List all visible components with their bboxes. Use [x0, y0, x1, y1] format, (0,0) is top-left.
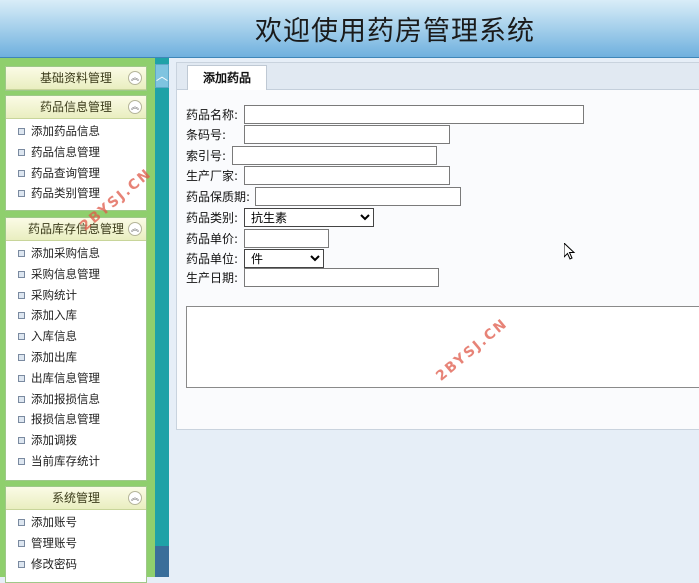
category-label: 药品类别: — [186, 211, 239, 225]
sidebar-item-add-purchase[interactable]: 添加采购信息 — [6, 243, 146, 264]
sidebar-item-add-inbound[interactable]: 添加入库 — [6, 305, 146, 326]
form-row-index: 索引号: — [186, 146, 437, 166]
sidebar-item-stock-stats[interactable]: 当前库存统计 — [6, 451, 146, 472]
maker-input[interactable] — [244, 166, 450, 185]
shelf-life-input[interactable] — [255, 187, 461, 206]
name-label: 药品名称: — [186, 108, 239, 122]
sidebar-group-header[interactable]: 基础资料管理 ︽ — [6, 67, 146, 90]
sidebar-group-title: 药品库存信息管理 — [27, 222, 124, 236]
square-bullet-icon — [18, 457, 25, 465]
shelf-life-label: 药品保质期: — [186, 190, 251, 204]
sidebar-group-header[interactable]: 药品信息管理 ︽ — [6, 96, 146, 119]
square-bullet-icon — [18, 291, 25, 299]
category-select[interactable]: 抗生素 — [244, 208, 374, 227]
form-row-price: 药品单价: — [186, 229, 329, 249]
barcode-label: 条码号: — [186, 128, 227, 142]
maker-label: 生产厂家: — [186, 169, 239, 183]
form-row-shelf-life: 药品保质期: — [186, 187, 461, 207]
sidebar-item-manage-account[interactable]: 管理账号 — [6, 533, 146, 554]
sidebar-item-add-drug[interactable]: 添加药品信息 — [6, 121, 146, 142]
sidebar-group-basic: 基础资料管理 ︽ — [5, 66, 147, 91]
form-row-category: 药品类别: 抗生素 — [186, 208, 374, 228]
sidebar-item-drug-query[interactable]: 药品查询管理 — [6, 163, 146, 184]
sidebar-item-purchase-stats[interactable]: 采购统计 — [6, 285, 146, 306]
sidebar-item-change-password[interactable]: 修改密码 — [6, 554, 146, 575]
square-bullet-icon — [18, 437, 25, 445]
drug-name-input[interactable] — [244, 105, 584, 124]
sidebar-item-add-loss[interactable]: 添加报损信息 — [6, 389, 146, 410]
sidebar-group-title: 系统管理 — [51, 491, 100, 505]
unit-select[interactable]: 件 — [244, 249, 324, 268]
form-row-barcode: 条码号: — [186, 125, 450, 145]
square-bullet-icon — [18, 190, 25, 198]
scroll-up-arrow-icon[interactable]: ︿ — [155, 64, 169, 88]
square-bullet-icon — [18, 560, 25, 568]
collapse-up-icon[interactable]: ︽ — [128, 222, 142, 236]
square-bullet-icon — [18, 374, 25, 382]
sidebar-item-outbound-manage[interactable]: 出库信息管理 — [6, 368, 146, 389]
sidebar-item-loss-manage[interactable]: 报损信息管理 — [6, 409, 146, 430]
app-header: 欢迎使用药房管理系统 — [0, 0, 699, 58]
app-title: 欢迎使用药房管理系统 — [255, 16, 535, 47]
price-label: 药品单价: — [186, 232, 239, 246]
square-bullet-icon — [18, 312, 25, 320]
sidebar-item-add-outbound[interactable]: 添加出库 — [6, 347, 146, 368]
square-bullet-icon — [18, 250, 25, 257]
scrollbar-track-bottom — [155, 546, 169, 577]
sidebar-group-stock: 药品库存信息管理 ︽ 添加采购信息 采购信息管理 采购统计 添加入库 入库信息 … — [5, 217, 147, 481]
square-bullet-icon — [18, 333, 25, 341]
square-bullet-icon — [18, 148, 25, 156]
sidebar-item-add-transfer[interactable]: 添加调拨 — [6, 430, 146, 451]
square-bullet-icon — [18, 519, 25, 526]
sidebar-group-title: 基础资料管理 — [39, 71, 112, 85]
form-row-unit: 药品单位: 件 — [186, 249, 324, 269]
sidebar: 基础资料管理 ︽ 药品信息管理 ︽ 添加药品信息 药品信息管理 药品查询管理 药… — [0, 58, 155, 583]
tab-bar: 添加药品 — [177, 63, 699, 90]
square-bullet-icon — [18, 353, 25, 361]
collapse-up-icon[interactable]: ︽ — [128, 491, 142, 505]
date-label: 生产日期: — [186, 271, 239, 285]
sidebar-group-title: 药品信息管理 — [39, 100, 112, 114]
unit-label: 药品单位: — [186, 252, 239, 266]
sidebar-group-header[interactable]: 药品库存信息管理 ︽ — [6, 218, 146, 241]
index-input[interactable] — [232, 146, 437, 165]
price-input[interactable] — [244, 229, 329, 248]
main-content: 添加药品 药品名称: 条码号: 索引号: 生产厂家: 药品保质期: 药品类别: … — [169, 58, 699, 577]
production-date-input[interactable] — [244, 268, 439, 287]
sidebar-item-inbound-info[interactable]: 入库信息 — [6, 326, 146, 347]
square-bullet-icon — [18, 539, 25, 547]
form-row-name: 药品名称: — [186, 105, 584, 125]
form-row-date: 生产日期: — [186, 268, 439, 288]
square-bullet-icon — [18, 416, 25, 424]
square-bullet-icon — [18, 395, 25, 403]
sidebar-scrollbar[interactable]: ︿ — [155, 58, 169, 577]
square-bullet-icon — [18, 270, 25, 278]
sidebar-group-header[interactable]: 系统管理 ︽ — [6, 487, 146, 510]
sidebar-item-drug-manage[interactable]: 药品信息管理 — [6, 142, 146, 163]
sidebar-item-add-account[interactable]: 添加账号 — [6, 512, 146, 533]
tab-add-drug[interactable]: 添加药品 — [187, 65, 267, 90]
sidebar-item-purchase-manage[interactable]: 采购信息管理 — [6, 264, 146, 285]
collapse-up-icon[interactable]: ︽ — [128, 100, 142, 114]
form-row-maker: 生产厂家: — [186, 166, 450, 186]
sidebar-group-system: 系统管理 ︽ 添加账号 管理账号 修改密码 — [5, 486, 147, 583]
index-label: 索引号: — [186, 149, 227, 163]
barcode-input[interactable] — [244, 125, 450, 144]
square-bullet-icon — [18, 169, 25, 177]
square-bullet-icon — [18, 128, 25, 135]
collapse-up-icon[interactable]: ︽ — [128, 71, 142, 85]
